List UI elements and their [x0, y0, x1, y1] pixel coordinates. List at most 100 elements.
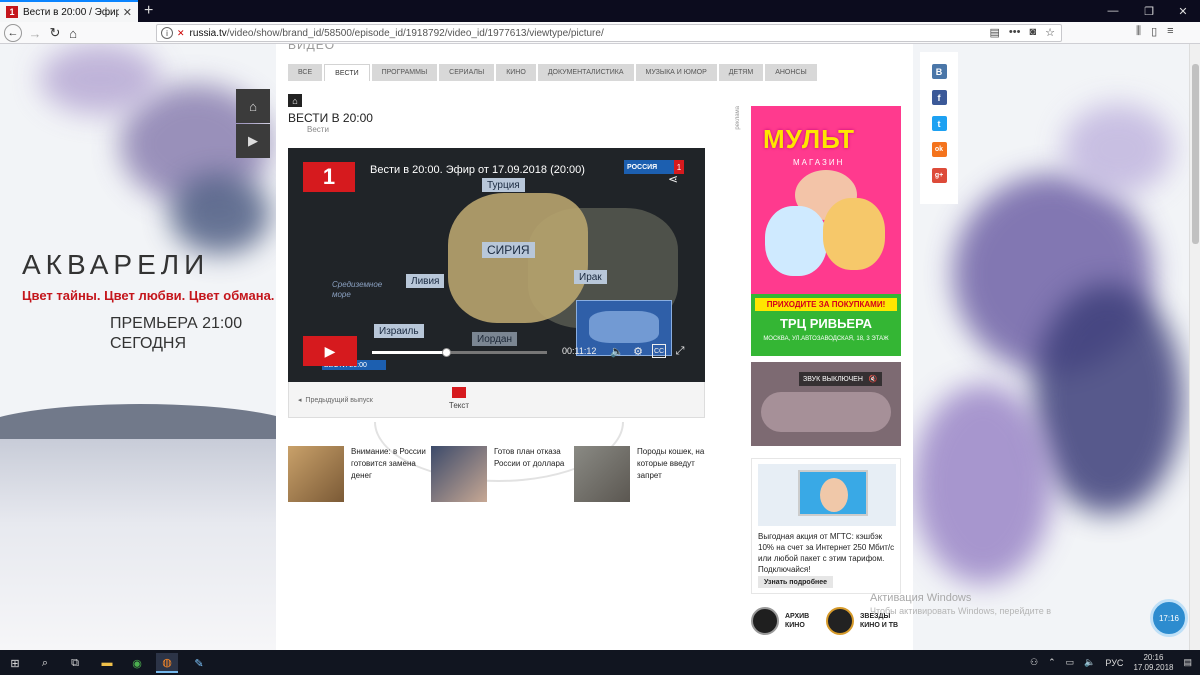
- side-play-icon[interactable]: ▶: [236, 124, 270, 158]
- twitter-icon[interactable]: t: [931, 116, 947, 131]
- ad-mult-address: МОСКВА, УЛ.АВТОЗАВОДСКАЯ, 18, 3 ЭТАЖ: [763, 336, 889, 342]
- tab-announcements[interactable]: АНОНСЫ: [765, 64, 817, 81]
- tab-kino[interactable]: КИНО: [496, 64, 536, 81]
- new-tab-button[interactable]: +: [144, 2, 153, 20]
- url-actions: ▤ ••• ◙ ☆: [990, 26, 1056, 39]
- chrome-icon[interactable]: ◉: [126, 653, 148, 673]
- network-icon[interactable]: ▭: [1066, 657, 1075, 668]
- progress-bar[interactable]: [372, 348, 547, 357]
- reload-icon[interactable]: ↻: [46, 24, 64, 42]
- language-indicator[interactable]: РУС: [1105, 658, 1123, 668]
- back-icon[interactable]: ←: [4, 24, 22, 42]
- play-button[interactable]: ▶: [303, 336, 357, 366]
- volume-tray-icon[interactable]: 🔈: [1084, 657, 1095, 668]
- map-label-syria: СИРИЯ: [482, 242, 535, 258]
- tab-documentary[interactable]: ДОКУМЕНТАЛИСТИКА: [537, 64, 634, 81]
- url-text: russia.tv/video/show/brand_id/58500/epis…: [189, 27, 604, 39]
- tab-all[interactable]: ВСЕ: [288, 64, 323, 81]
- task-view-icon[interactable]: ⧉: [64, 653, 86, 673]
- url-bar[interactable]: i ✕ russia.tv/video/show/brand_id/58500/…: [156, 24, 1062, 42]
- map-label-iraq: Ирак: [574, 270, 607, 284]
- news-thumbnail[interactable]: [288, 446, 344, 502]
- banner-title: АКВАРЕЛИ: [22, 249, 210, 280]
- floating-widget[interactable]: 17:16: [1150, 599, 1188, 637]
- tab-series[interactable]: СЕРИАЛЫ: [439, 64, 495, 81]
- google-plus-icon[interactable]: g+: [931, 168, 947, 183]
- news-headline[interactable]: Породы кошек, на которые введут запрет: [637, 446, 715, 502]
- vk-icon[interactable]: В: [931, 64, 947, 79]
- home-icon[interactable]: ⌂: [64, 24, 82, 42]
- tab-kids[interactable]: ДЕТЯМ: [718, 64, 764, 81]
- volume-icon[interactable]: 🔈: [610, 344, 624, 358]
- favicon-icon: 1: [6, 6, 18, 18]
- text-button[interactable]: Текст: [439, 387, 479, 410]
- news-thumbnail[interactable]: [574, 446, 630, 502]
- cartoon-tiger: [823, 198, 885, 270]
- video-ad[interactable]: ЗВУК ВЫКЛЮЧЕН 🔇: [751, 362, 901, 446]
- page-title: ВЕСТИ В 20:00: [288, 111, 373, 125]
- mult-shop-ad[interactable]: МУЛЬТ МАГАЗИН ПРИХОДИТЕ ЗА ПОКУПКАМИ! ТР…: [751, 106, 901, 356]
- paint-icon[interactable]: ✎: [188, 653, 210, 673]
- subtitles-icon[interactable]: CC: [652, 344, 666, 358]
- search-icon[interactable]: ⌕: [34, 653, 56, 673]
- page-scrollbar[interactable]: [1189, 44, 1200, 650]
- browser-tab[interactable]: 1 Вести в 20:00 / Эфир от 17.09.2018 ✕: [0, 0, 138, 22]
- previous-episode-link[interactable]: ◂ Предыдущий выпуск: [298, 396, 373, 404]
- scroll-thumb[interactable]: [1192, 64, 1199, 244]
- tab-vesti[interactable]: ВЕСТИ: [324, 64, 370, 81]
- news-item[interactable]: Породы кошек, на которые введут запрет: [574, 446, 715, 502]
- progress-handle[interactable]: [441, 348, 451, 357]
- archive-kino-link[interactable]: АРХИВ КИНО: [751, 607, 809, 635]
- windows-start-icon[interactable]: ⊞: [4, 653, 26, 673]
- info-icon[interactable]: i: [161, 27, 173, 39]
- library-icon[interactable]: ⫼: [1136, 25, 1141, 38]
- clock[interactable]: 20:16 17.09.2018: [1133, 653, 1173, 673]
- tab-music-humor[interactable]: МУЗЫКА И ЮМОР: [635, 64, 717, 81]
- file-explorer-icon[interactable]: ▬: [96, 653, 118, 673]
- page-subtitle[interactable]: Вести: [307, 125, 329, 134]
- russia1-logo: РОССИЯ 1: [624, 160, 684, 174]
- aquarelli-banner[interactable]: АКВАРЕЛИ Цвет тайны. Цвет любви. Цвет об…: [0, 44, 276, 650]
- tab-programs[interactable]: ПРОГРАММЫ: [371, 64, 438, 81]
- news-thumbnail[interactable]: [431, 446, 487, 502]
- bookmark-star-icon[interactable]: ☆: [1045, 26, 1055, 39]
- notifications-icon[interactable]: ▤: [1183, 657, 1192, 668]
- facebook-icon[interactable]: f: [931, 90, 947, 105]
- insecure-lock-icon[interactable]: ✕: [177, 28, 185, 39]
- learn-more-button[interactable]: Узнать подробнее: [758, 576, 834, 588]
- mgts-ad[interactable]: Выгодная акция от МГТС: кэшбэк 10% на сч…: [751, 458, 901, 594]
- player-below-bar: ◂ Предыдущий выпуск Текст: [288, 382, 705, 418]
- windows-activation-text: Чтобы активировать Windows, перейдите в: [870, 606, 1051, 616]
- close-icon[interactable]: ✕: [123, 6, 132, 19]
- share-icon[interactable]: ⋖: [668, 172, 678, 186]
- page-actions-icon[interactable]: •••: [1009, 26, 1021, 39]
- category-tabs: ВСЕ ВЕСТИ ПРОГРАММЫ СЕРИАЛЫ КИНО ДОКУМЕН…: [288, 64, 817, 81]
- settings-gear-icon[interactable]: ⚙: [631, 344, 645, 358]
- player-controls: 🔈 ⚙ CC ⤢: [610, 344, 687, 358]
- people-icon[interactable]: ⚇: [1030, 657, 1038, 668]
- firefox-icon[interactable]: ◍: [156, 653, 178, 673]
- side-home-icon[interactable]: ⌂: [236, 89, 270, 123]
- menu-icon[interactable]: ≡: [1167, 25, 1173, 38]
- sound-off-badge[interactable]: ЗВУК ВЫКЛЮЧЕН 🔇: [799, 372, 882, 386]
- news-item[interactable]: Внимание: в России готовится замена дене…: [288, 446, 429, 502]
- breadcrumb-home-icon[interactable]: ⌂: [288, 94, 302, 107]
- news-headline[interactable]: Внимание: в России готовится замена дене…: [351, 446, 429, 502]
- minimize-icon[interactable]: —: [1096, 0, 1130, 22]
- window-close-icon[interactable]: ✕: [1166, 0, 1200, 22]
- reader-view-icon[interactable]: ▤: [990, 26, 1000, 39]
- sidebar-icon[interactable]: ▯: [1151, 25, 1157, 38]
- odnoklassniki-icon[interactable]: ok: [931, 142, 947, 157]
- banner-premiere: ПРЕМЬЕРА 21:00 СЕГОДНЯ: [110, 315, 243, 352]
- channel-one-logo: 1: [303, 162, 355, 192]
- news-headline[interactable]: Готов план отказа России от доллара: [494, 446, 572, 502]
- pocket-icon[interactable]: ◙: [1029, 26, 1036, 39]
- tray-expand-icon[interactable]: ⌃: [1048, 657, 1056, 668]
- web-page: АКВАРЕЛИ Цвет тайны. Цвет любви. Цвет об…: [0, 44, 1189, 650]
- news-item[interactable]: Готов план отказа России от доллара: [431, 446, 572, 502]
- maximize-icon[interactable]: ❐: [1132, 0, 1166, 22]
- video-player[interactable]: 1 Вести в 20:00. Эфир от 17.09.2018 (20:…: [288, 148, 705, 382]
- ad-video-frame: [761, 392, 891, 432]
- fullscreen-icon[interactable]: ⤢: [673, 344, 687, 358]
- forward-icon[interactable]: →: [26, 24, 44, 42]
